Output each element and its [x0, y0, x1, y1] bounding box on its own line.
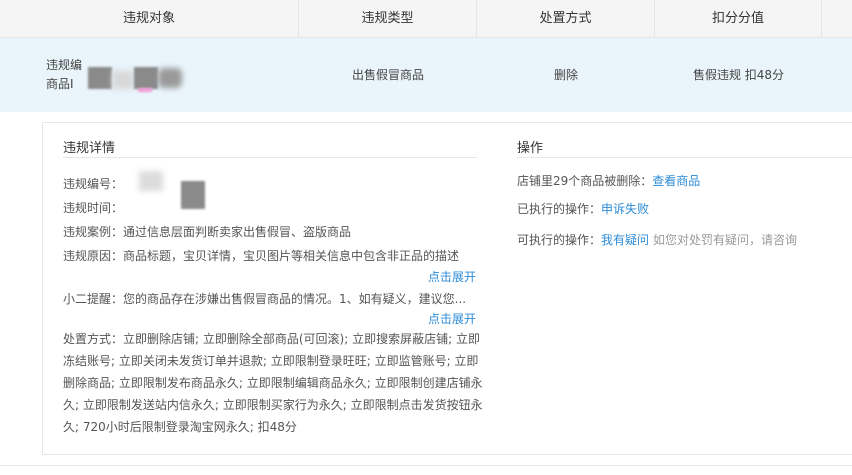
detail-title: 违规详情 — [63, 141, 116, 156]
expand-reason-link[interactable]: 点击展开 — [428, 268, 476, 285]
violation-time-label: 违规时间： — [63, 201, 124, 215]
violation-case-value: 通过信息层面判断卖家出售假冒、盗版商品 — [123, 225, 352, 239]
redacted-block — [112, 71, 134, 89]
redacted-block — [181, 181, 205, 209]
divider — [517, 157, 852, 158]
violation-type-cell: 出售假冒商品 — [351, 68, 424, 82]
table-header: 违规对象 违规类型 处置方式 扣分分值 — [0, 0, 852, 38]
redacted-block — [88, 67, 112, 89]
available-operation-row: 可执行的操作：我有疑问 如您对处罚有疑问，请咨询 — [517, 231, 797, 248]
deleted-items-row: 店铺里29个商品被删除：查看商品 — [517, 172, 700, 189]
score-cell: 售假违规 扣48分 — [692, 68, 785, 82]
redacted-block — [134, 67, 158, 89]
staff-tip: 小二提醒：您的商品存在涉嫌出售假冒商品的情况。1、如有疑义，建议您... — [63, 290, 466, 307]
redacted-block — [138, 88, 152, 92]
violation-id-label: 违规编号： — [63, 177, 124, 191]
table-row[interactable]: 违规编 商品I 出售假冒商品 删除 售假违规 扣48分 — [0, 38, 852, 112]
expand-tip-link[interactable]: 点击展开 — [428, 310, 476, 327]
header-score: 扣分分值 — [655, 0, 822, 37]
violation-case: 违规案例：通过信息层面判断卖家出售假冒、盗版商品 — [63, 223, 351, 240]
divider — [63, 157, 477, 158]
appeal-failed-link[interactable]: 申诉失败 — [601, 202, 649, 216]
executed-operation-row: 已执行的操作：申诉失败 — [517, 200, 649, 217]
executed-operation-label: 已执行的操作： — [517, 202, 602, 216]
header-violation-type: 违规类型 — [299, 0, 477, 37]
violation-reason-label: 违规原因： — [63, 249, 124, 263]
action-cell: 删除 — [553, 68, 578, 82]
question-hint: 如您对处罚有疑问，请咨询 — [653, 233, 798, 247]
staff-tip-value: 您的商品存在涉嫌出售假冒商品的情况。1、如有疑义，建议您... — [123, 292, 467, 306]
question-link[interactable]: 我有疑问 — [601, 233, 649, 247]
violation-reason-value: 商品标题，宝贝详情，宝贝图片等相关信息中包含非正品的描述 — [123, 249, 460, 263]
measures-text: 处置方式：立即删除店铺; 立即删除全部商品(可回滚); 立即搜索屏蔽店铺; 立即… — [63, 332, 483, 434]
violation-detail-panel: 违规详情 违规编号： 违规时间： 违规案例：通过信息层面判断卖家出售假冒、盗版商… — [42, 122, 852, 455]
redacted-block — [139, 171, 163, 191]
header-action: 处置方式 — [477, 0, 655, 37]
view-items-link[interactable]: 查看商品 — [652, 174, 700, 188]
redacted-block — [158, 68, 182, 88]
divider — [0, 465, 852, 466]
violation-object-cell: 违规编 商品I — [46, 56, 82, 94]
violation-object-id: 违规编 — [46, 58, 83, 72]
violation-case-label: 违规案例： — [63, 225, 124, 239]
deleted-items-text: 店铺里29个商品被删除： — [517, 174, 653, 188]
operations-title: 操作 — [517, 141, 544, 156]
header-violation-object: 违规对象 — [0, 0, 299, 37]
violation-reason: 违规原因：商品标题，宝贝详情，宝贝图片等相关信息中包含非正品的描述 — [63, 247, 459, 264]
available-operation-label: 可执行的操作： — [517, 233, 602, 247]
violation-object-item: 商品I — [46, 77, 74, 91]
staff-tip-label: 小二提醒： — [63, 292, 124, 306]
